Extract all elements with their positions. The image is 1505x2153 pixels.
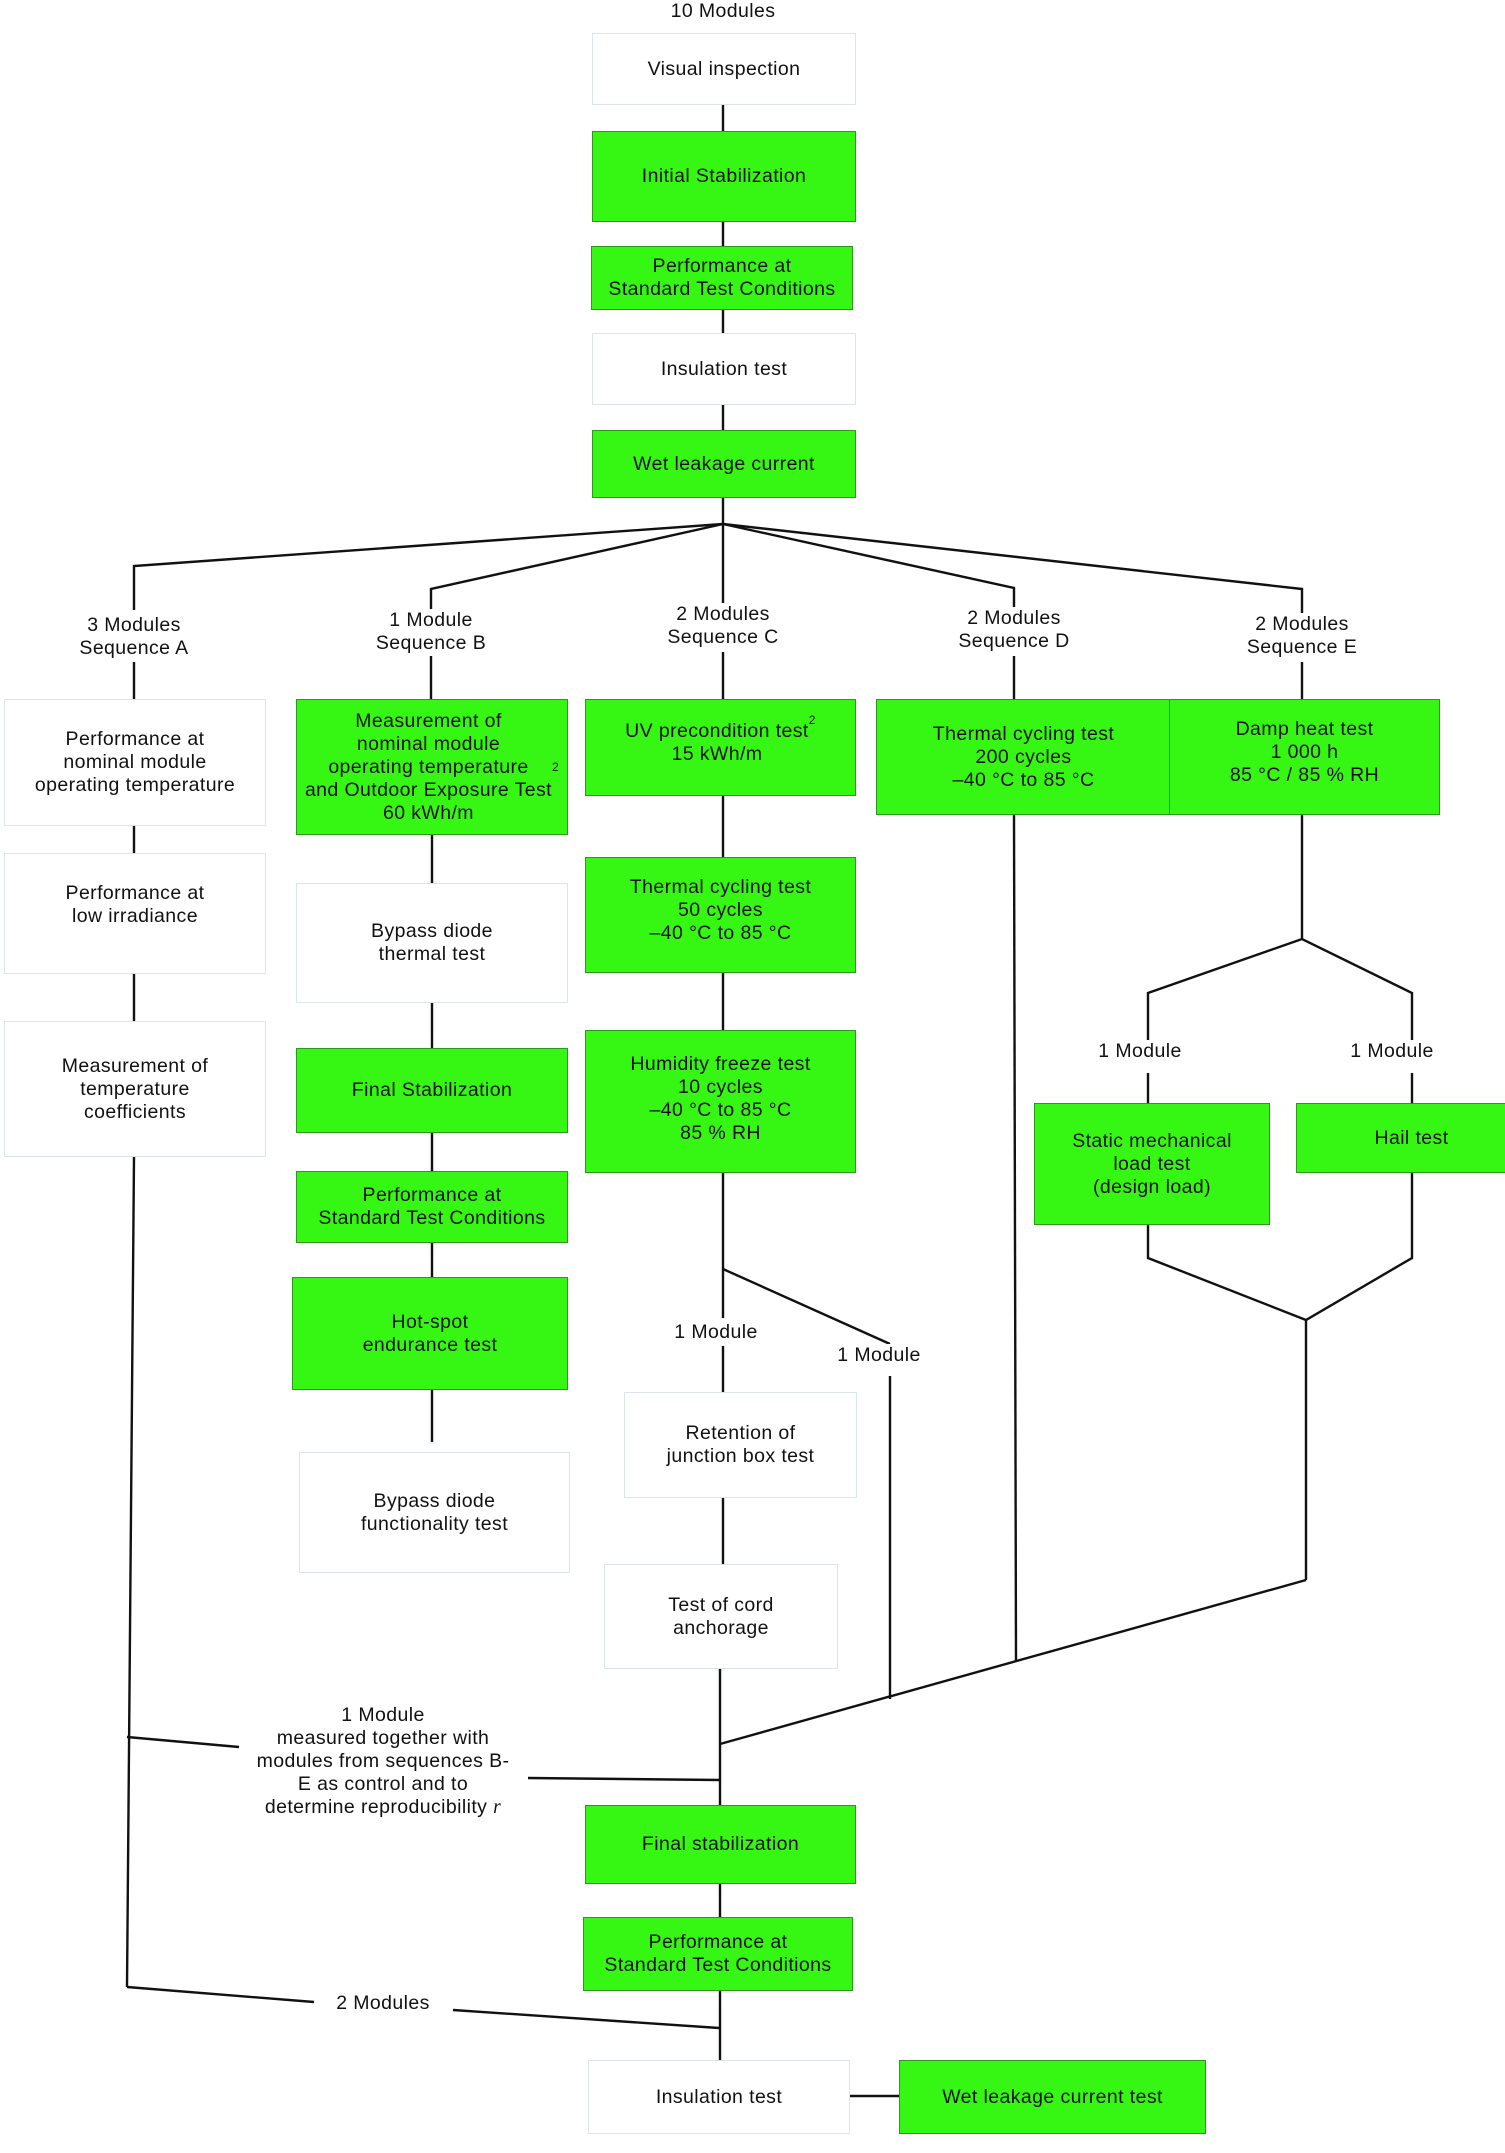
seq-b-nmot-outdoor-box: Measurement of nominal module operating …	[296, 699, 568, 835]
seq-e-branch-right-label: 1 Module	[1348, 1040, 1436, 1063]
initial-stabilization-box: Initial Stabilization	[592, 131, 856, 222]
connector-to-e	[722, 522, 1304, 620]
seq-d-thermal-cycling-box: Thermal cycling test 200 cycles –40 °C t…	[876, 699, 1171, 815]
sequence-d-label: 2 Modules Sequence D	[956, 607, 1072, 653]
reproducibility-symbol: r	[493, 1797, 502, 1818]
visual-inspection-box: Visual inspection	[592, 33, 856, 105]
insulation-test-box: Insulation test	[592, 333, 856, 405]
control-module-note: 1 Module measured together with modules …	[255, 1704, 512, 1819]
seq-b-bypass-thermal-box: Bypass diode thermal test	[296, 883, 568, 1003]
seq-a-low-irradiance-box: Performance at low irradiance	[4, 853, 266, 974]
seq-a-temp-coefficients-box: Measurement of temperature coefficients	[4, 1021, 266, 1157]
seq-e-static-load-box: Static mechanical load test (design load…	[1034, 1103, 1270, 1225]
seq-b-nmot-outdoor-text: Measurement of nominal module operating …	[304, 709, 552, 824]
seq-a-nmot-box: Performance at nominal module operating …	[4, 699, 266, 826]
seq-b-final-stabilization-box: Final Stabilization	[296, 1048, 568, 1133]
two-modules-label: 2 Modules	[336, 1992, 430, 2014]
seq-c-thermal-cycling-box: Thermal cycling test 50 cycles –40 °C to…	[585, 857, 856, 973]
seq-c-branch-right-label: 1 Module	[835, 1344, 923, 1367]
seq-c-cord-anchorage-box: Test of cord anchorage	[604, 1564, 838, 1669]
seq-c-humidity-freeze-box: Humidity freeze test 10 cycles –40 °C to…	[585, 1030, 856, 1173]
control-note-text: 1 Module measured together with modules …	[256, 1704, 510, 1818]
performance-stc-box: Performance at Standard Test Conditions	[591, 246, 853, 310]
sequence-c-label: 2 Modules Sequence C	[665, 603, 781, 649]
seq-b-performance-stc-box: Performance at Standard Test Conditions	[296, 1171, 568, 1243]
sequence-b-label: 1 Module Sequence B	[373, 609, 489, 655]
seq-c-uv-text: UV precondition test 15 kWh/m	[625, 720, 809, 765]
final-insulation-test-box: Insulation test	[588, 2060, 850, 2134]
connector-e-split	[1146, 937, 1414, 1040]
connector	[527, 1776, 721, 1782]
connector-to-a	[132, 522, 724, 610]
connector	[126, 1985, 315, 2004]
seq-b-bypass-functionality-box: Bypass diode functionality test	[299, 1452, 570, 1573]
seq-c-uv-precondition-box: UV precondition test 15 kWh/m 2	[585, 699, 856, 796]
sequence-a-label: 3 Modules Sequence A	[77, 614, 191, 660]
connector	[125, 1156, 136, 1988]
sequence-e-label: 2 Modules Sequence E	[1244, 613, 1360, 659]
seq-e-damp-heat-box: Damp heat test 1 000 h 85 °C / 85 % RH	[1169, 699, 1440, 815]
seq-e-hail-test-box: Hail test	[1296, 1103, 1505, 1173]
seq-b-hot-spot-box: Hot-spot endurance test	[292, 1277, 568, 1390]
connector-to-b	[429, 522, 724, 612]
wet-leakage-current-box: Wet leakage current	[592, 430, 856, 498]
connector	[126, 1735, 240, 1749]
final-wet-leakage-test-box: Wet leakage current test	[899, 2060, 1206, 2134]
module-count-label: 10 Modules	[670, 0, 776, 22]
connector	[452, 2008, 720, 2030]
connector	[1012, 814, 1018, 1663]
seq-c-branch-left-label: 1 Module	[672, 1321, 760, 1344]
seq-c-junction-box-retention-box: Retention of junction box test	[624, 1392, 857, 1498]
seq-e-branch-left-label: 1 Module	[1096, 1040, 1184, 1063]
final-performance-stc-box: Performance at Standard Test Conditions	[583, 1917, 853, 1991]
final-stabilization-box: Final stabilization	[585, 1805, 856, 1884]
